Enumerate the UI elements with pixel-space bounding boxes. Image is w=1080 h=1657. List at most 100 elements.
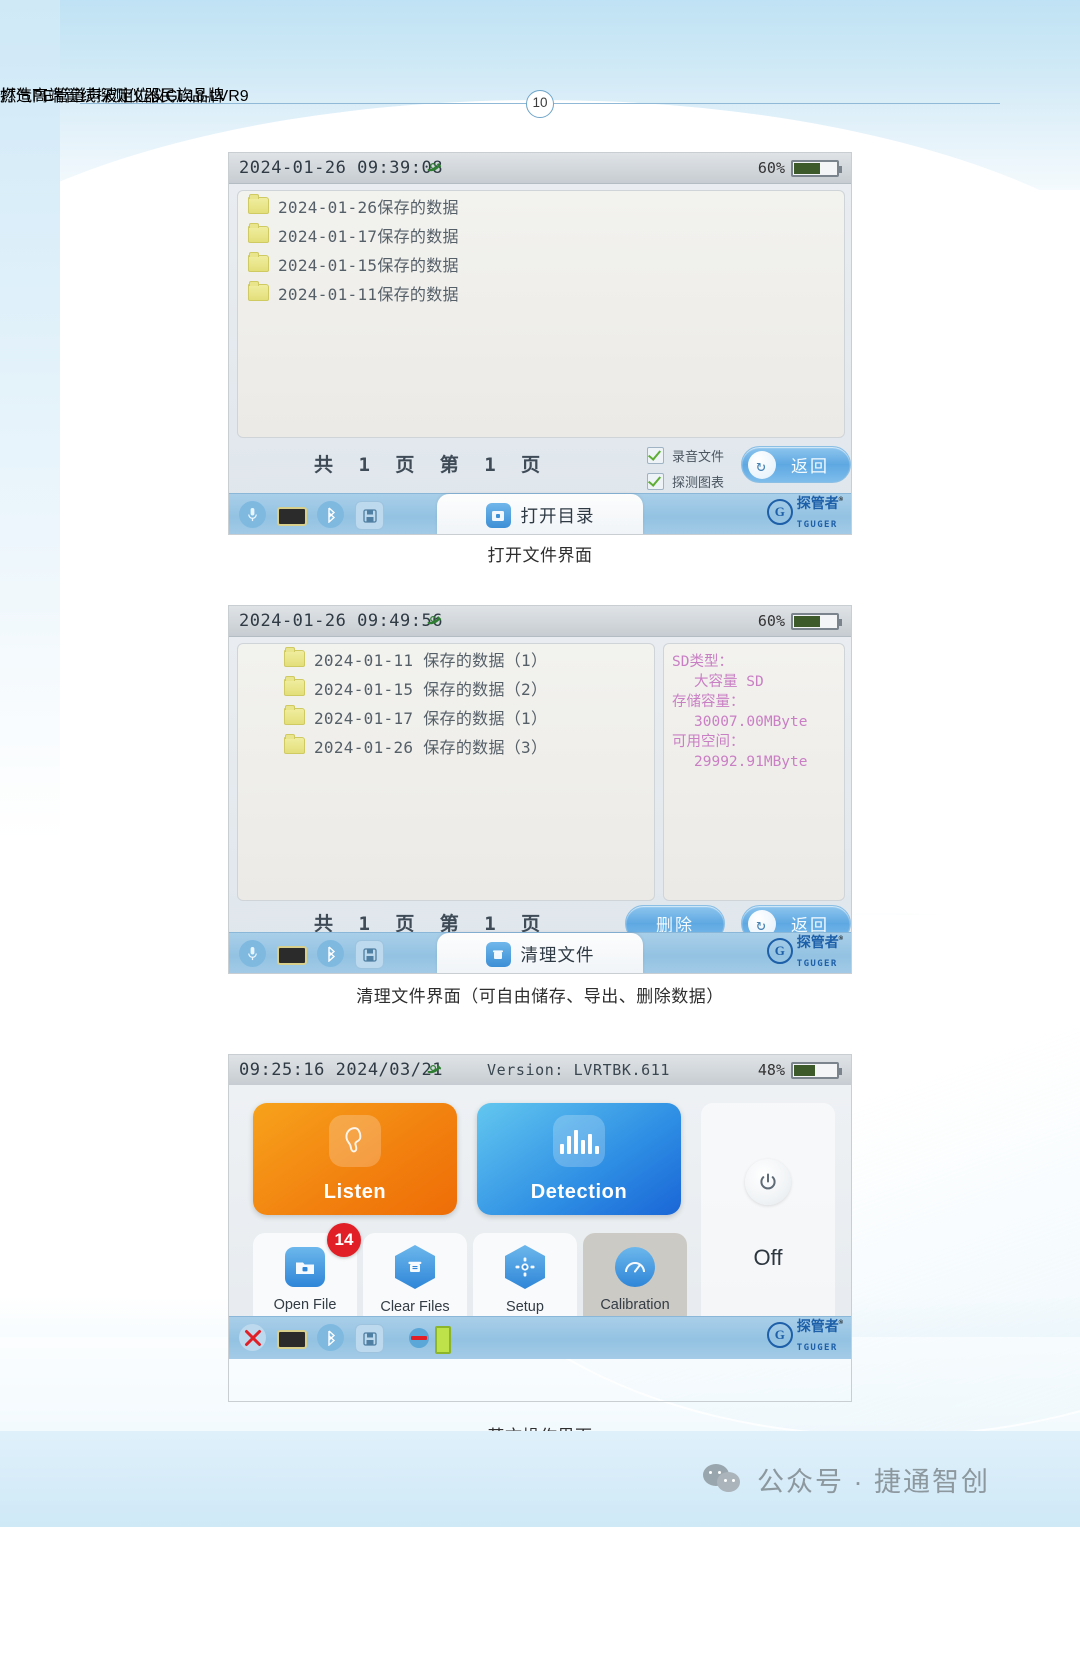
brand-logo: G 探管者® TGUGER <box>766 493 843 531</box>
list-item[interactable]: 2024-01-26 保存的数据（3） <box>238 731 654 760</box>
tile-listen[interactable]: Listen <box>253 1103 457 1215</box>
folder-icon <box>248 223 269 243</box>
checkbox-detection-chart[interactable]: 探测图表 <box>647 472 724 491</box>
sd-free-label: 可用空间： <box>672 734 745 750</box>
checkbox-label: 探测图表 <box>672 476 725 491</box>
list-item[interactable]: 2024-01-17保存的数据 <box>238 220 844 249</box>
list-item[interactable]: 2024-01-15保存的数据 <box>238 249 844 278</box>
tab-label: 打开目录 <box>520 506 595 527</box>
tab-label: 清理文件 <box>520 945 595 966</box>
battery-percent-label: 48% <box>757 1061 785 1079</box>
tile-clear-files[interactable]: Clear Files <box>363 1233 467 1327</box>
file-list[interactable]: 2024-01-11 保存的数据（1） 2024-01-15 保存的数据（2） … <box>237 643 655 901</box>
folder-icon <box>248 281 269 301</box>
folder-icon <box>284 676 305 696</box>
bar-chart-bars <box>559 1128 599 1154</box>
file-name: 2024-01-15 保存的数据（2） <box>314 679 548 699</box>
sd-card-icon[interactable] <box>277 507 307 526</box>
device-status-bar: 2024-01-26 09:39:08 60% <box>229 153 851 184</box>
taskbar: 打开目录 G 探管者® TGUGER <box>229 493 851 534</box>
file-list[interactable]: 2024-01-26保存的数据 2024-01-17保存的数据 2024-01-… <box>237 190 845 438</box>
back-button[interactable]: ↻ 返回 <box>741 446 851 483</box>
wechat-icon <box>703 1464 743 1494</box>
brand-name-cn: 探管者 <box>796 495 839 511</box>
list-item[interactable]: 2024-01-15 保存的数据（2） <box>238 673 654 702</box>
footer-text: 公众号 · 捷通智创 <box>757 1466 990 1497</box>
list-item[interactable]: 2024-01-17 保存的数据（1） <box>238 702 654 731</box>
screenshot-open-file: 2024-01-26 09:39:08 60% 2024-01-26保存的数据 … <box>228 152 852 535</box>
tile-label: Clear Files <box>380 1299 450 1315</box>
sd-type-label: SD类型： <box>672 654 733 670</box>
sd-info-panel: SD类型： 大容量 SD 存储容量： 30007.00MByte 可用空间： 2… <box>663 643 845 901</box>
tab-open-directory[interactable]: 打开目录 <box>437 494 643 534</box>
list-item[interactable]: 2024-01-11 保存的数据（1） <box>238 644 654 673</box>
sd-capacity-value: 30007.00MByte <box>694 714 808 730</box>
brand-mark-icon: G <box>766 1322 793 1348</box>
no-entry-icon[interactable] <box>405 1324 432 1351</box>
list-item[interactable]: 2024-01-26保存的数据 <box>238 191 844 220</box>
battery-icon <box>435 1326 451 1354</box>
folder-icon <box>248 252 269 272</box>
page-footer: 公众号 · 捷通智创 <box>0 1431 1080 1527</box>
mic-icon[interactable] <box>239 940 266 967</box>
brand-mark-icon: G <box>766 499 793 525</box>
brand-name-en: TGUGER <box>796 1343 838 1353</box>
checkmark-icon <box>647 473 664 490</box>
battery-icon <box>791 613 842 630</box>
device-body: 2024-01-11 保存的数据（1） 2024-01-15 保存的数据（2） … <box>229 637 851 973</box>
bluetooth-icon[interactable] <box>317 940 344 967</box>
firmware-version: Version: LVRTBK.611 <box>487 1061 670 1079</box>
taskbar: G 探管者® TGUGER <box>229 1316 851 1359</box>
tile-open-file[interactable]: 14 Open File <box>253 1223 361 1327</box>
brand-name-en: TGUGER <box>796 959 838 969</box>
sd-card-icon[interactable] <box>277 946 307 965</box>
device-status-bar: 2024-01-26 09:49:56 60% <box>229 606 851 637</box>
tile-power-off[interactable]: Off <box>701 1103 835 1327</box>
satellite-icon <box>425 157 443 179</box>
list-item[interactable]: 2024-01-11保存的数据 <box>238 278 844 307</box>
gauge-icon <box>615 1247 655 1287</box>
tile-detection[interactable]: Detection <box>477 1103 681 1215</box>
file-name: 2024-01-26 保存的数据（3） <box>314 737 548 757</box>
device-body: 2024-01-26保存的数据 2024-01-17保存的数据 2024-01-… <box>229 184 851 534</box>
trash-icon <box>485 941 511 967</box>
brand-mark-icon: G <box>766 938 793 964</box>
file-name: 2024-01-11 保存的数据（1） <box>314 650 548 670</box>
file-name: 2024-01-17保存的数据 <box>278 226 459 246</box>
bluetooth-icon[interactable] <box>317 501 344 528</box>
sd-card-icon[interactable] <box>277 1330 307 1349</box>
folder-icon <box>284 647 305 667</box>
mic-muted-icon[interactable] <box>239 1324 266 1351</box>
trash-icon <box>395 1245 435 1289</box>
refresh-icon: ↻ <box>748 451 776 479</box>
mic-icon[interactable] <box>239 501 266 528</box>
folder-icon: 14 <box>285 1223 361 1287</box>
registered-icon: ® <box>838 934 843 943</box>
file-name: 2024-01-11保存的数据 <box>278 284 459 304</box>
file-name: 2024-01-15保存的数据 <box>278 255 459 275</box>
tile-label: Calibration <box>600 1297 670 1313</box>
sd-capacity-label: 存储容量： <box>672 694 745 710</box>
brand-logo: G 探管者® TGUGER <box>766 1316 843 1354</box>
taskbar: 清理文件 G 探管者® TGUGER <box>229 932 851 973</box>
folder-icon <box>284 705 305 725</box>
tab-clear-files[interactable]: 清理文件 <box>437 933 643 973</box>
screenshot-english-home: 09:25:16 2024/03/21 Version: LVRTBK.611 … <box>228 1054 852 1402</box>
power-icon <box>745 1159 791 1205</box>
sd-free-value: 29992.91MByte <box>694 754 808 770</box>
caption-open-file: 打开文件界面 <box>487 546 593 565</box>
tile-label: Detection <box>530 1180 628 1203</box>
bluetooth-icon[interactable] <box>317 1324 344 1351</box>
tile-setup[interactable]: Setup <box>473 1233 577 1327</box>
checkbox-recording-file[interactable]: 录音文件 <box>647 446 724 465</box>
device-status-bar: 09:25:16 2024/03/21 Version: LVRTBK.611 … <box>229 1055 851 1086</box>
power-label: Off <box>753 1245 783 1270</box>
save-icon[interactable] <box>355 1324 384 1353</box>
badge-count: 14 <box>327 1223 361 1257</box>
file-name: 2024-01-26保存的数据 <box>278 197 459 217</box>
ear-icon <box>329 1114 381 1167</box>
save-icon[interactable] <box>355 501 384 530</box>
battery-icon <box>791 1062 842 1079</box>
tile-calibration[interactable]: Calibration <box>583 1233 687 1327</box>
save-icon[interactable] <box>355 940 384 969</box>
